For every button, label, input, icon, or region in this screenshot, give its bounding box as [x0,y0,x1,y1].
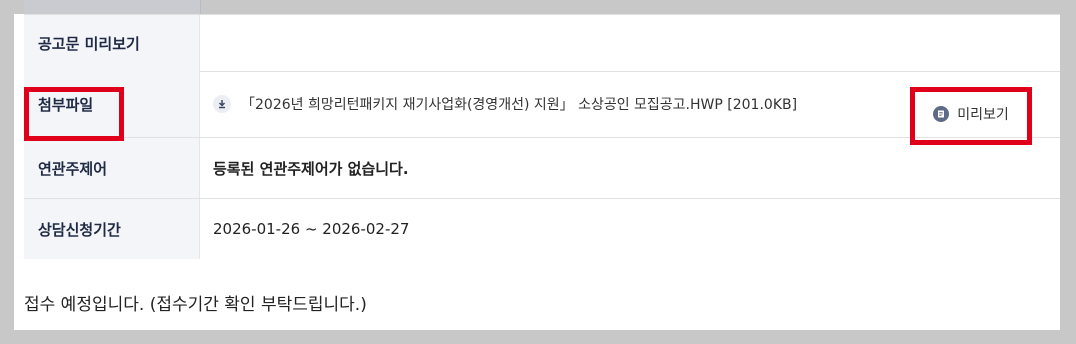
notice-text: 접수 예정입니다. (접수기간 확인 부탁드립니다.) [24,295,367,315]
attachment-file-link[interactable]: 「2026년 희망리턴패키지 재기사업화(경영개선) 지원」 소상공인 모집공고… [241,94,797,114]
row-label: 첨부파일 [24,71,200,137]
row-label: 공고문 미리보기 [24,15,200,71]
row-label: 상담신청기간 [24,199,200,259]
related-subject-value: 등록된 연관주제어가 없습니다. [213,159,409,178]
announcement-preview-area [201,15,1060,71]
row-consult-period: 상담신청기간 2026-01-26 ~ 2026-02-27 [24,199,1060,259]
preview-button-label: 미리보기 [957,107,1009,123]
row-related-subject: 연관주제어 등록된 연관주제어가 없습니다. [24,138,1060,199]
row-label: 연관주제어 [24,138,200,198]
row-attachment: 첨부파일 「2026년 희망리턴패키지 재기사업화(경영개선) 지원」 소상공인… [24,71,1060,138]
previous-row-edge [0,0,1076,14]
document-preview-icon [933,106,950,122]
attachment-preview-button[interactable]: 미리보기 [912,87,1030,141]
row-announcement-preview: 공고문 미리보기 [24,14,1060,72]
announcement-info-panel: 공고문 미리보기 첨부파일 「2026년 희망리턴패키지 재기사업화(경영개선)… [14,14,1060,330]
download-icon[interactable] [213,95,231,113]
consult-period-value: 2026-01-26 ~ 2026-02-27 [213,220,410,238]
previous-row-label-cell [24,0,201,14]
